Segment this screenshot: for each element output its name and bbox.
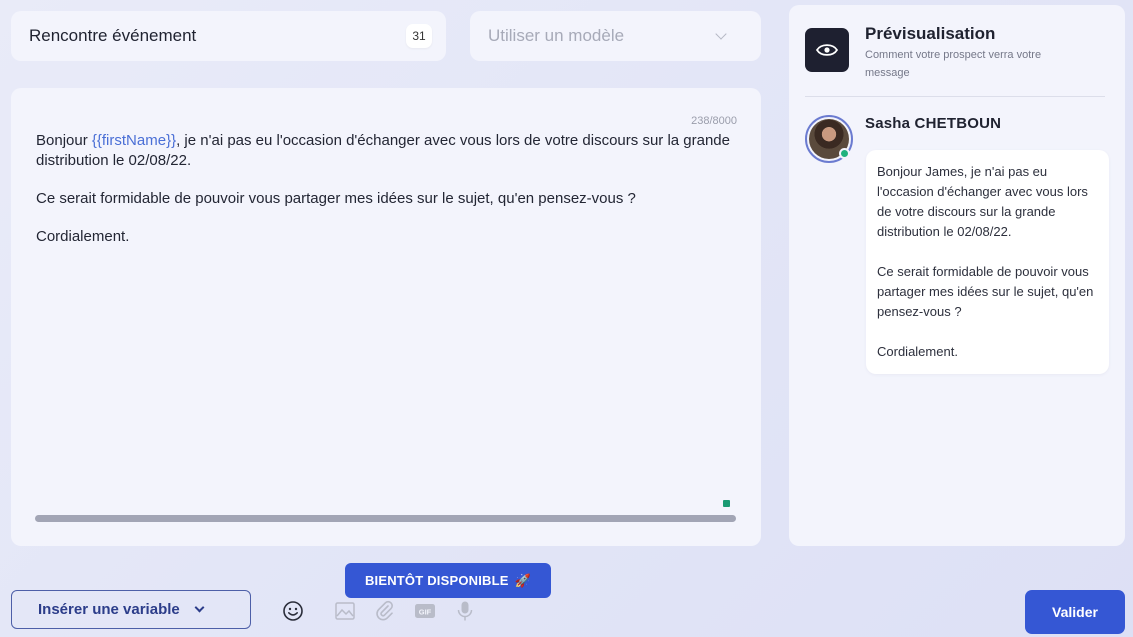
bubble-paragraph-3: Cordialement. xyxy=(877,344,958,359)
title-char-count-badge: 31 xyxy=(406,24,432,48)
message-text[interactable]: Bonjour {{firstName}}, je n'ai pas eu l'… xyxy=(36,131,741,265)
coming-soon-badge: BIENTÔT DISPONIBLE 🚀 xyxy=(345,563,551,598)
coming-soon-label: BIENTÔT DISPONIBLE xyxy=(364,573,509,588)
preview-divider xyxy=(805,96,1105,97)
message-title-value: Rencontre événement xyxy=(29,26,197,45)
image-icon[interactable] xyxy=(333,599,357,623)
gif-label: GIF xyxy=(419,608,432,617)
preview-panel: Prévisualisation Comment votre prospect … xyxy=(789,5,1125,546)
variable-firstname-token[interactable]: {{firstName}} xyxy=(92,132,176,149)
gif-icon[interactable]: GIF xyxy=(413,599,437,623)
template-select-placeholder: Utiliser un modèle xyxy=(488,26,625,45)
preview-subtitle: Comment votre prospect verra votre messa… xyxy=(865,49,1042,79)
online-status-dot xyxy=(839,148,850,159)
validate-button[interactable]: Valider xyxy=(1025,590,1125,634)
insert-variable-button[interactable]: Insérer une variable xyxy=(11,590,251,629)
message-title-field[interactable]: Rencontre événement 31 xyxy=(11,11,446,61)
message-paragraph-3: Cordialement. xyxy=(36,228,130,245)
message-paragraph-1: Bonjour {{firstName}}, je n'ai pas eu l'… xyxy=(36,131,741,171)
bubble-paragraph-2: Ce serait formidable de pouvoir vous par… xyxy=(877,264,1094,319)
sender-name: Sasha CHETBOUN xyxy=(865,115,1002,132)
bubble-paragraph-1: Bonjour James, je n'ai pas eu l'occasion… xyxy=(877,164,1088,239)
horizontal-scrollbar[interactable] xyxy=(35,515,736,522)
microphone-icon[interactable] xyxy=(453,599,477,623)
message-paragraph-2: Ce serait formidable de pouvoir vous par… xyxy=(36,190,636,207)
chevron-down-icon xyxy=(715,28,727,40)
message-char-count: 238/8000 xyxy=(691,115,737,127)
message-greeting: Bonjour xyxy=(36,132,92,149)
preview-title: Prévisualisation xyxy=(865,24,996,43)
template-select[interactable]: Utiliser un modèle xyxy=(470,11,761,61)
paperclip-icon[interactable] xyxy=(373,599,397,623)
resize-handle[interactable] xyxy=(723,500,730,507)
insert-variable-label: Insérer une variable xyxy=(38,601,180,618)
emoji-icon[interactable] xyxy=(281,599,305,623)
eye-icon xyxy=(805,28,849,72)
preview-message-bubble: Bonjour James, je n'ai pas eu l'occasion… xyxy=(866,150,1109,374)
rocket-icon: 🚀 xyxy=(514,572,532,588)
chevron-down-icon xyxy=(194,602,205,613)
message-editor[interactable]: 238/8000 Bonjour {{firstName}}, je n'ai … xyxy=(11,88,761,546)
